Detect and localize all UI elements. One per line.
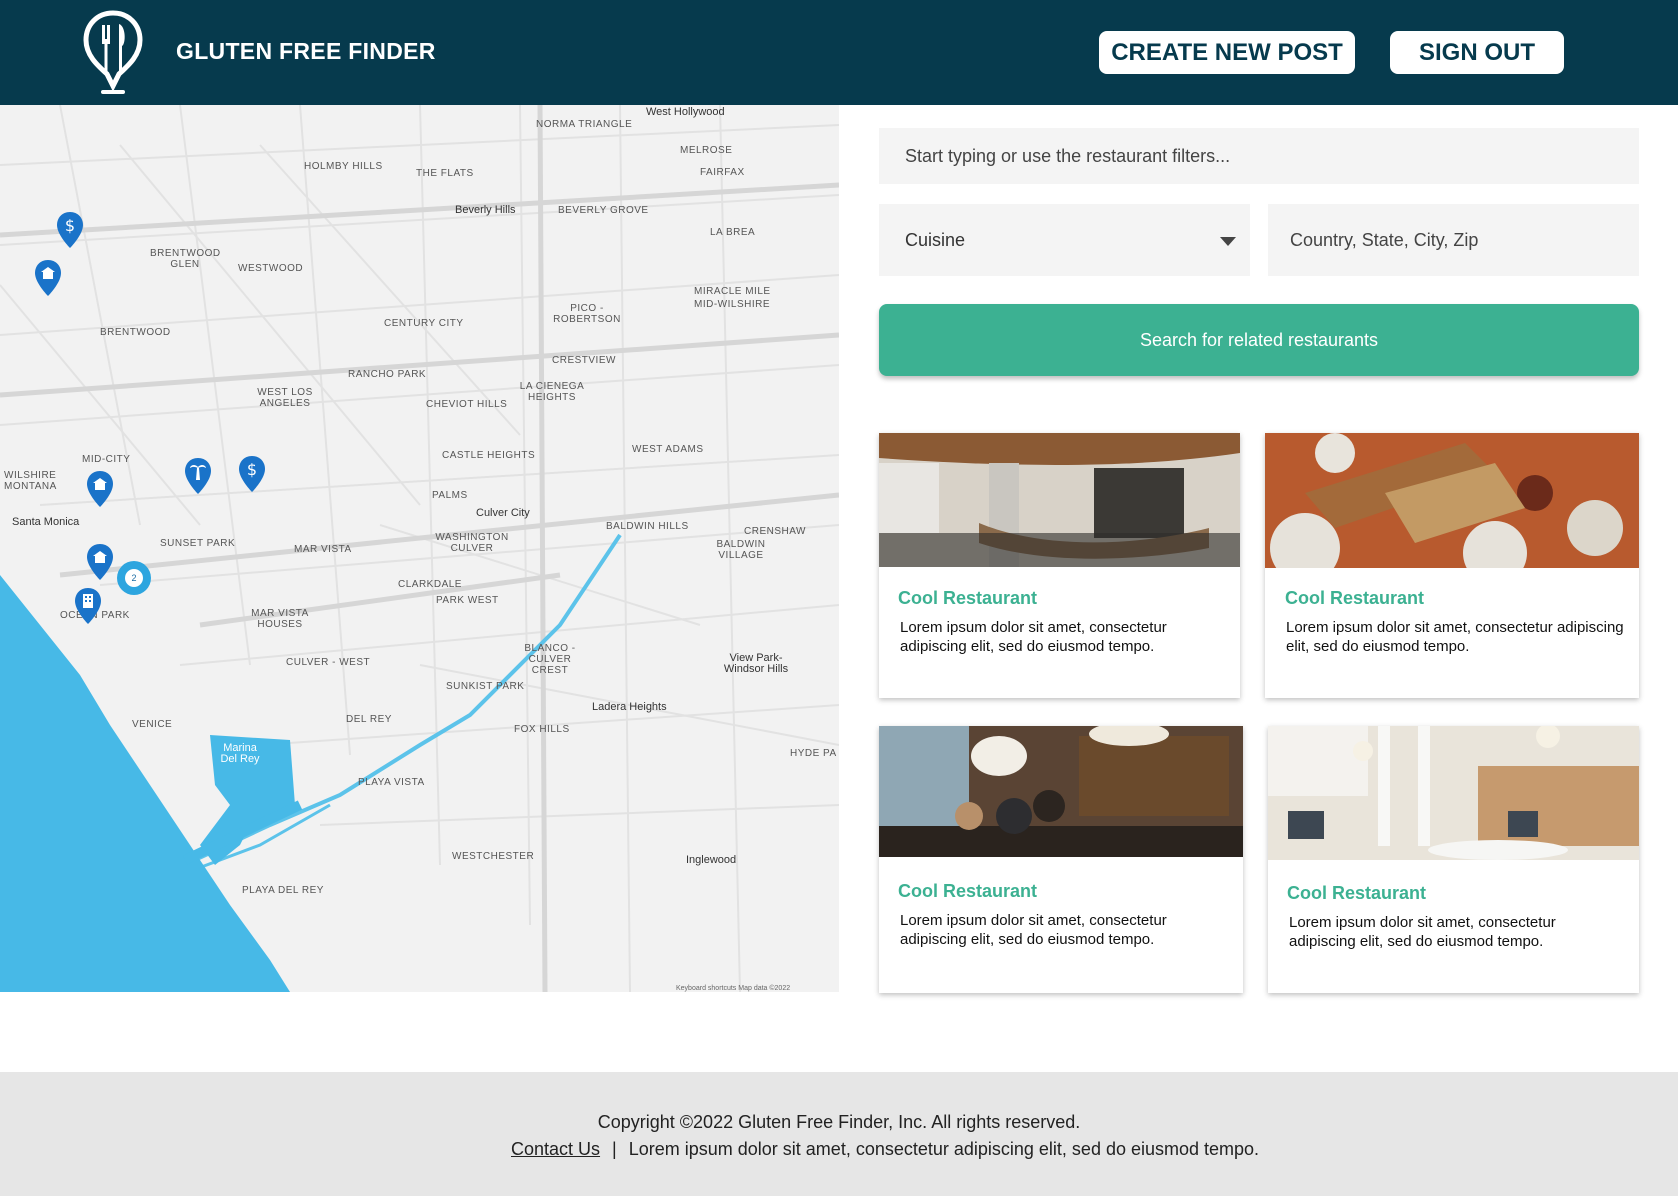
map-label: BALDWIN HILLS bbox=[606, 521, 689, 532]
map-label: BALDWIN VILLAGE bbox=[716, 539, 766, 561]
card-title[interactable]: Cool Restaurant bbox=[1285, 588, 1424, 609]
restaurant-card[interactable]: Cool Restaurant Lorem ipsum dolor sit am… bbox=[1265, 433, 1639, 698]
top-nav-bar: GLUTEN FREE FINDER CREATE NEW POST SIGN … bbox=[0, 0, 1678, 105]
svg-text:$: $ bbox=[65, 216, 75, 235]
map-label: DEL REY bbox=[346, 714, 392, 725]
map-label: BRENTWOOD bbox=[100, 327, 171, 338]
map-label: West Hollywood bbox=[646, 106, 725, 118]
map-label: CULVER - WEST bbox=[286, 657, 371, 668]
restaurant-photo bbox=[1268, 726, 1639, 860]
map-label: Marina Del Rey bbox=[220, 742, 260, 765]
bakery-pin-icon[interactable] bbox=[86, 470, 114, 508]
map-label: PLAYA DEL REY bbox=[242, 885, 324, 896]
palm-tree-pin-icon[interactable] bbox=[184, 457, 212, 495]
map-label: Culver City bbox=[476, 507, 530, 519]
card-title[interactable]: Cool Restaurant bbox=[898, 588, 1037, 609]
restaurant-map[interactable]: NORMA TRIANGLE West Hollywood MELROSE FA… bbox=[0, 105, 839, 992]
map-cluster-marker[interactable]: 2 bbox=[117, 561, 151, 595]
map-label: WESTWOOD bbox=[238, 263, 304, 274]
bakery-pin-icon[interactable] bbox=[34, 259, 62, 297]
restaurant-card[interactable]: Cool Restaurant Lorem ipsum dolor sit am… bbox=[879, 433, 1240, 698]
gluten-free-finder-logo-icon[interactable] bbox=[82, 10, 144, 95]
card-title[interactable]: Cool Restaurant bbox=[1287, 883, 1426, 904]
search-restaurants-button[interactable]: Search for related restaurants bbox=[879, 304, 1639, 376]
map-label: LA BREA bbox=[710, 227, 756, 238]
map-label: MAR VISTA HOUSES bbox=[251, 608, 309, 630]
restaurant-search-input[interactable] bbox=[879, 128, 1639, 184]
location-input[interactable] bbox=[1268, 204, 1639, 276]
map-label: PLAYA VISTA bbox=[358, 777, 425, 788]
brand-title: GLUTEN FREE FINDER bbox=[176, 38, 436, 64]
map-label: PARK WEST bbox=[436, 595, 499, 606]
card-description: Lorem ipsum dolor sit amet, consectetur … bbox=[1289, 914, 1556, 950]
map-label: Inglewood bbox=[686, 854, 737, 866]
map-label: Santa Monica bbox=[12, 516, 80, 528]
map-label: RANCHO PARK bbox=[348, 369, 427, 380]
map-label: HYDE PA bbox=[790, 748, 837, 759]
map-label: BLANCO - CULVER CREST bbox=[524, 643, 576, 676]
map-label: Ladera Heights bbox=[592, 701, 667, 713]
map-label: WASHINGTON CULVER bbox=[435, 532, 509, 554]
map-label: PICO - ROBERTSON bbox=[553, 303, 621, 325]
footer-text: Lorem ipsum dolor sit amet, consectetur … bbox=[628, 1139, 1260, 1159]
restaurant-card[interactable]: Cool Restaurant Lorem ipsum dolor sit am… bbox=[879, 726, 1243, 993]
card-description: Lorem ipsum dolor sit amet, consectetur … bbox=[900, 912, 1167, 948]
cuisine-dropdown[interactable]: Cuisine bbox=[879, 204, 1250, 276]
copyright-text: Copyright ©2022 Gluten Free Finder, Inc.… bbox=[597, 1112, 1081, 1132]
card-description: Lorem ipsum dolor sit amet, consectetur … bbox=[1286, 619, 1624, 655]
map-label: HOLMBY HILLS bbox=[304, 161, 383, 172]
map-label: CRENSHAW bbox=[744, 526, 806, 537]
map-label: View Park-Windsor Hills bbox=[723, 652, 789, 675]
restaurant-photo bbox=[879, 726, 1243, 857]
map-label: WESTCHESTER bbox=[452, 851, 535, 862]
cluster-count: 2 bbox=[125, 569, 143, 587]
bakery-pin-icon[interactable] bbox=[86, 543, 114, 581]
map-label: MIRACLE MILE bbox=[694, 286, 771, 297]
map-label: SUNSET PARK bbox=[160, 538, 236, 549]
contact-us-link[interactable]: Contact Us bbox=[511, 1139, 600, 1159]
dollar-pin-icon[interactable]: $ bbox=[238, 455, 266, 493]
card-description: Lorem ipsum dolor sit amet, consectetur … bbox=[900, 619, 1167, 655]
chevron-down-icon bbox=[1220, 237, 1236, 246]
map-label: WILSHIRE MONTANA bbox=[4, 470, 57, 492]
map-label: BRENTWOOD GLEN bbox=[150, 248, 221, 270]
restaurant-photo bbox=[879, 433, 1240, 567]
map-label: VENICE bbox=[132, 719, 173, 730]
restaurant-card[interactable]: Cool Restaurant Lorem ipsum dolor sit am… bbox=[1268, 726, 1639, 993]
map-label: CASTLE HEIGHTS bbox=[442, 450, 536, 461]
map-label: MAR VISTA bbox=[294, 544, 352, 555]
map-label: THE FLATS bbox=[416, 168, 474, 179]
dollar-pin-icon[interactable]: $ bbox=[56, 211, 84, 249]
footer-divider: | bbox=[612, 1139, 617, 1159]
map-label: LA CIENEGA HEIGHTS bbox=[519, 381, 585, 403]
map-label: MELROSE bbox=[680, 145, 733, 156]
map-label: CHEVIOT HILLS bbox=[426, 399, 508, 410]
map-label: BEVERLY GROVE bbox=[558, 205, 649, 216]
svg-text:$: $ bbox=[247, 460, 257, 479]
map-label: FOX HILLS bbox=[514, 724, 570, 735]
map-label: FAIRFAX bbox=[700, 167, 745, 178]
footer: Copyright ©2022 Gluten Free Finder, Inc.… bbox=[0, 1072, 1678, 1196]
map-label: NORMA TRIANGLE bbox=[536, 119, 633, 130]
building-pin-icon[interactable] bbox=[74, 587, 102, 625]
cuisine-label: Cuisine bbox=[905, 229, 966, 250]
map-label: Beverly Hills bbox=[455, 204, 516, 216]
card-title[interactable]: Cool Restaurant bbox=[898, 881, 1037, 902]
map-attribution: Keyboard shortcuts Map data ©2022 bbox=[676, 985, 791, 992]
map-label: WEST ADAMS bbox=[632, 444, 704, 455]
map-label: MID-WILSHIRE bbox=[694, 299, 770, 310]
map-label: CLARKDALE bbox=[398, 579, 462, 590]
restaurant-photo bbox=[1265, 433, 1639, 568]
map-label: CENTURY CITY bbox=[384, 318, 464, 329]
map-label: CRESTVIEW bbox=[552, 355, 616, 366]
map-label: WEST LOS ANGELES bbox=[257, 387, 313, 409]
footer-line: Contact Us | Lorem ipsum dolor sit amet, c… bbox=[511, 1139, 1259, 1160]
create-new-post-button[interactable]: CREATE NEW POST bbox=[1099, 31, 1355, 74]
sign-out-button[interactable]: SIGN OUT bbox=[1390, 31, 1564, 74]
map-label: PALMS bbox=[432, 490, 468, 501]
map-label: MID-CITY bbox=[82, 454, 131, 465]
map-label: SUNKIST PARK bbox=[446, 681, 525, 692]
